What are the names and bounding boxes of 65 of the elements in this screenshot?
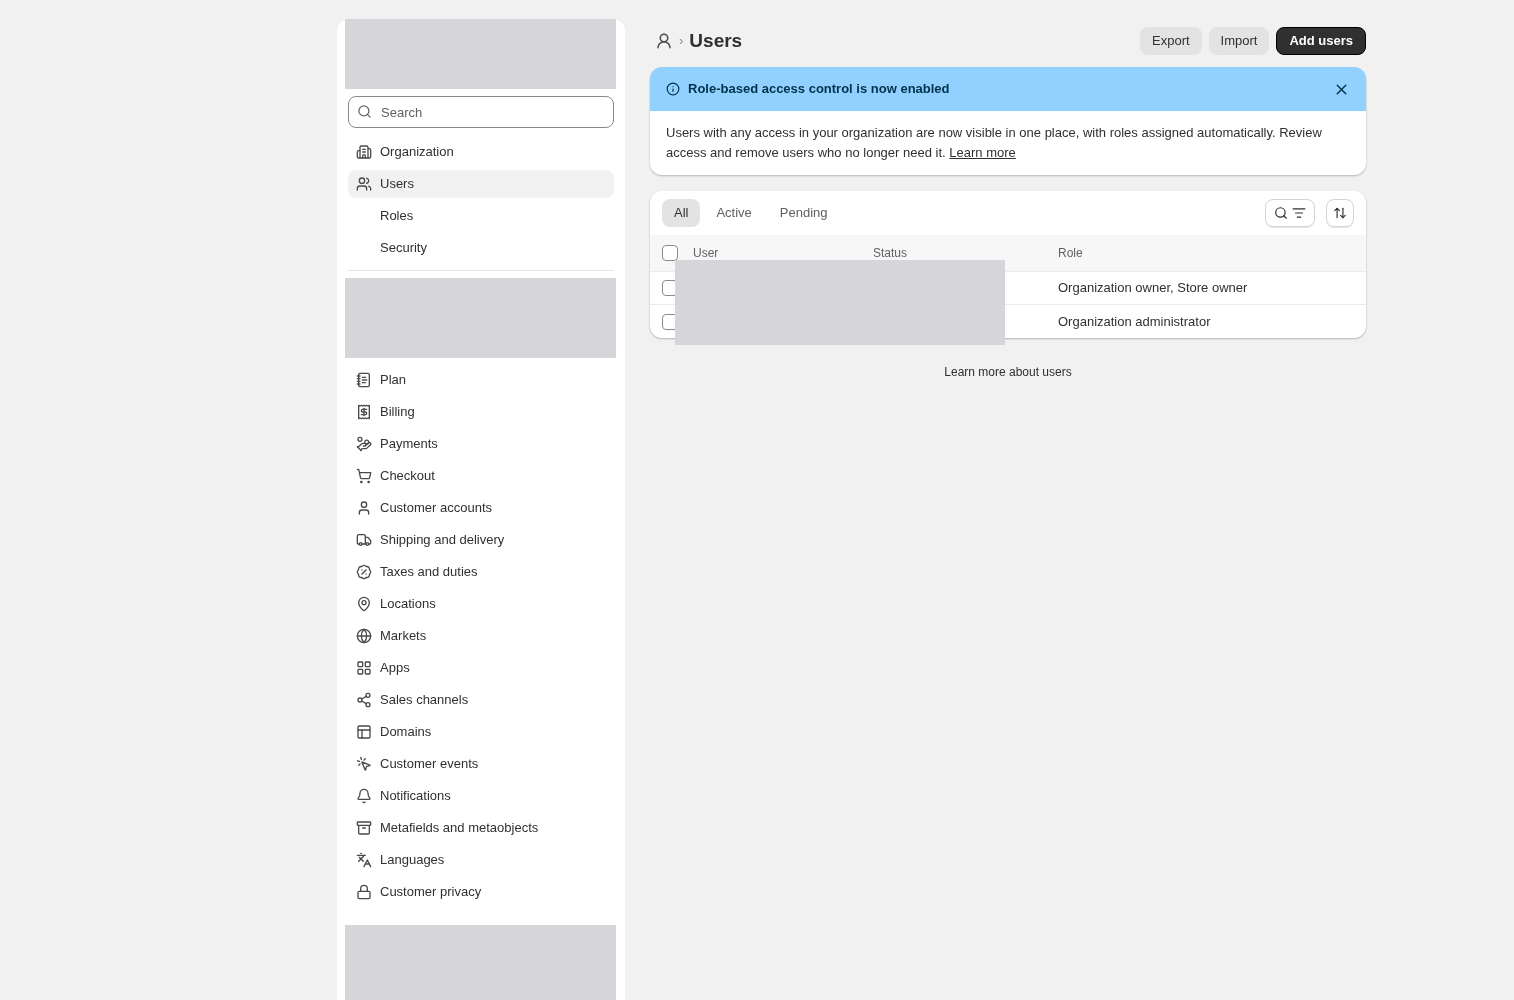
sidebar-item[interactable]: Domains bbox=[348, 718, 614, 746]
toolbar-button[interactable]: Add users bbox=[1276, 27, 1366, 55]
sidebar-item[interactable]: Organization bbox=[348, 138, 614, 166]
sidebar-item[interactable]: Customer privacy bbox=[348, 878, 614, 906]
sidebar-item[interactable]: Shipping and delivery bbox=[348, 526, 614, 554]
breadcrumb-separator: › bbox=[679, 32, 684, 51]
sidebar-item[interactable]: Users bbox=[348, 170, 614, 198]
sidebar-item[interactable]: Taxes and duties bbox=[348, 558, 614, 586]
banner-text: Users with any access in your organization are now visible in one place, with roles assigned automatically. Review access and remove users who no longer need it. Learn more bbox=[665, 124, 1323, 162]
sidebar-item[interactable]: Metafields and metaobjects bbox=[348, 814, 614, 842]
column-header: Role bbox=[1058, 245, 1083, 262]
building-icon bbox=[356, 144, 372, 160]
table-cell-text: Organization owner, Store owner bbox=[1058, 279, 1248, 298]
sidebar-item[interactable]: Apps bbox=[348, 654, 614, 682]
percent-badge-icon bbox=[356, 564, 372, 580]
sidebar-item[interactable]: Roles bbox=[348, 202, 614, 230]
receipt-icon bbox=[356, 404, 372, 420]
sidebar-item[interactable]: Locations bbox=[348, 590, 614, 618]
sidebar-item[interactable]: Sales channels bbox=[348, 686, 614, 714]
sort-button[interactable] bbox=[1326, 199, 1354, 227]
sidebar-item[interactable]: Languages bbox=[348, 846, 614, 874]
toolbar-button[interactable]: Export bbox=[1140, 27, 1202, 55]
notebook-icon bbox=[356, 372, 372, 388]
column-header: User bbox=[693, 245, 720, 262]
info-icon bbox=[666, 82, 680, 96]
search-field[interactable]: Search bbox=[348, 96, 614, 128]
page-title: Users bbox=[689, 28, 743, 53]
column-header: Status bbox=[873, 245, 909, 262]
filter-tab[interactable]: All bbox=[662, 199, 701, 227]
grid-icon bbox=[356, 660, 372, 676]
sidebar-item[interactable]: Billing bbox=[348, 398, 614, 426]
toolbar-button[interactable]: Import bbox=[1208, 27, 1270, 55]
map-pin-icon bbox=[356, 596, 372, 612]
table-cell-text: Organization administrator bbox=[1058, 312, 1211, 331]
search-icon bbox=[357, 104, 372, 119]
globe-icon bbox=[356, 628, 372, 644]
sidebar-item[interactable]: Security bbox=[348, 234, 614, 262]
lock-icon bbox=[356, 884, 372, 900]
learn-more-link[interactable]: Learn more about users bbox=[944, 363, 1072, 381]
archive-icon bbox=[356, 820, 372, 836]
sort-icon bbox=[1333, 206, 1347, 220]
person-icon bbox=[356, 500, 372, 516]
sidebar-item[interactable]: Markets bbox=[348, 622, 614, 650]
sidebar-item[interactable]: Customer accounts bbox=[348, 494, 614, 522]
cart-icon bbox=[356, 468, 372, 484]
filter-tab[interactable]: Pending bbox=[767, 199, 840, 227]
filter-icon bbox=[1292, 206, 1306, 220]
languages-icon bbox=[356, 852, 372, 868]
sidebar-item[interactable]: Notifications bbox=[348, 782, 614, 810]
checkbox[interactable] bbox=[662, 245, 678, 261]
learn-more-link[interactable]: Learn more bbox=[949, 145, 1016, 160]
share-icon bbox=[356, 692, 372, 708]
filter-tab[interactable]: Active bbox=[704, 199, 764, 227]
sidebar-item[interactable]: Checkout bbox=[348, 462, 614, 490]
search-filter-button[interactable] bbox=[1265, 199, 1315, 227]
sidebar-item[interactable]: Plan bbox=[348, 366, 614, 394]
pointer-click-icon bbox=[356, 756, 372, 772]
banner-title: Role-based access control is now enabled bbox=[688, 80, 950, 99]
bell-icon bbox=[356, 788, 372, 804]
sidebar-item[interactable]: Customer events bbox=[348, 750, 614, 778]
search-icon bbox=[1274, 206, 1288, 220]
sidebar-item[interactable]: Payments bbox=[348, 430, 614, 458]
truck-icon bbox=[356, 532, 372, 548]
hand-coins-icon bbox=[356, 436, 372, 452]
browser-window-icon bbox=[356, 724, 372, 740]
